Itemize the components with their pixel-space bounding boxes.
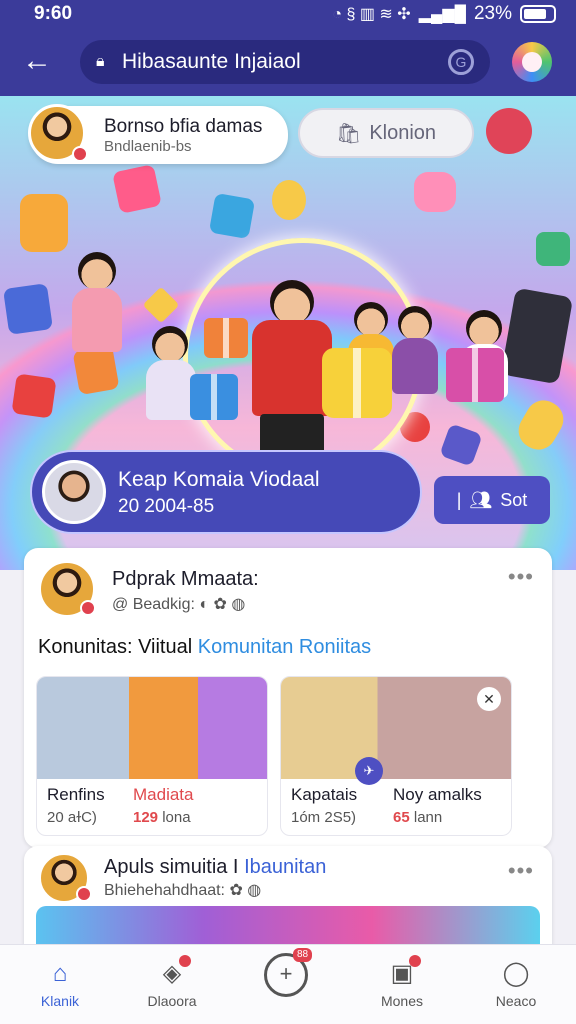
decor-ball-icon xyxy=(486,108,532,154)
bag-icon: 🛍︎ xyxy=(335,122,362,145)
media-value-secondary: 129 lona xyxy=(133,809,191,826)
gift-box xyxy=(446,348,504,402)
gift-box xyxy=(190,374,238,420)
badge-dot-icon xyxy=(76,886,92,902)
divider-icon: | xyxy=(456,489,462,510)
top-app-bar: 9:60 ◔ § ▥ ≋ ✣ ▂▄▆█ 23% ← 🔒︎ Hibasaunte … xyxy=(0,0,576,96)
tile-icon xyxy=(208,192,256,240)
action-button[interactable]: 🛍︎ Klonion xyxy=(298,108,474,158)
cube-icon xyxy=(536,232,570,266)
status-bar: 9:60 ◔ § ▥ ≋ ✣ ▂▄▆█ 23% xyxy=(0,0,576,30)
music-note-icon xyxy=(112,164,162,214)
search-text: Hibasaunte Injaiaol xyxy=(122,50,301,73)
nav-messages[interactable]: ▣ Mones xyxy=(352,955,452,1009)
thumbnail-image xyxy=(37,677,267,779)
media-value: 20 aɫC) xyxy=(47,809,97,826)
post-meta: @ Beadkig: ◐ ✿ ◍ xyxy=(112,596,246,613)
block-icon xyxy=(3,283,53,335)
close-icon[interactable]: ✕ xyxy=(477,687,501,711)
pig-icon xyxy=(414,172,456,212)
notification-icons: ◔ § ▥ ≋ ✣ xyxy=(332,6,411,23)
battery-percent: 23% xyxy=(473,3,512,24)
nav-home[interactable]: ⌂ Klanik xyxy=(10,959,110,1009)
group-icon: 👥︎ xyxy=(469,489,493,510)
post-text: Konunitas: Viitual Komunitan Roniitas xyxy=(38,636,372,658)
lock-icon: 🔒︎ xyxy=(96,53,105,70)
media-label-secondary: Madiata xyxy=(133,785,194,804)
signal-icon: ▂▄▆█ xyxy=(418,6,466,23)
profile-subtitle: Bndlaenib-bs xyxy=(104,138,192,155)
post-author-name: Apuls simuitia I Ibaunitan xyxy=(104,856,327,878)
profile-icon: ◯ xyxy=(502,960,530,987)
media-tile[interactable]: Renfins Madiata 20 aɫC) 129 lona xyxy=(36,676,268,836)
reload-icon[interactable]: G xyxy=(448,49,474,75)
post-card[interactable]: Pdprak Mmaata: @ Beadkig: ◐ ✿ ◍ ••• Konu… xyxy=(24,548,552,848)
shopping-bag xyxy=(322,348,392,418)
community-link[interactable]: Komunitan Roniitas xyxy=(198,636,371,658)
channel-card[interactable]: Keap Komaia Viodaal 20 2004-85 xyxy=(30,450,422,534)
media-tile[interactable]: ✈ ✕ Kapatais Noy amalks 1óm 2S5) 65 lann xyxy=(280,676,512,836)
status-time: 9:60 xyxy=(34,3,73,24)
bottom-navigation: ⌂ Klanik ◈ Dlaoora +88 ▣ Mones ◯ Neaco xyxy=(0,944,576,1024)
channel-avatar xyxy=(42,460,106,524)
profile-card[interactable]: Bornso bfia damas Bndlaenib-bs xyxy=(28,104,288,164)
back-arrow-icon[interactable]: ← xyxy=(22,42,62,82)
child-figure xyxy=(66,252,130,362)
nav-discover[interactable]: ◈ Dlaoora xyxy=(122,955,222,1009)
profile-name: Bornso bfia damas xyxy=(104,116,263,137)
thumbnail-image xyxy=(281,677,511,779)
gift-box xyxy=(204,318,248,358)
add-icon[interactable]: +88 xyxy=(264,948,313,997)
app-logo-icon[interactable] xyxy=(512,42,552,82)
post-meta: Bhiehehahdhaat: ✿ ◍ xyxy=(104,882,262,899)
media-label: Kapatais xyxy=(291,785,358,804)
media-label-secondary: Noy amalks xyxy=(393,785,482,804)
play-icon[interactable]: ✈ xyxy=(355,757,383,785)
chat-icon: ▣ xyxy=(387,955,421,989)
status-icons: ◔ § ▥ ≋ ✣ ▂▄▆█ 23% xyxy=(332,3,556,25)
action-button-label: Klonion xyxy=(369,121,437,144)
sort-button[interactable]: | 👥︎ Sot xyxy=(434,476,550,524)
more-options-icon[interactable]: ••• xyxy=(508,858,534,884)
sort-button-label: Sot xyxy=(500,489,528,510)
more-options-icon[interactable]: ••• xyxy=(508,564,534,590)
search-bar[interactable]: 🔒︎ Hibasaunte Injaiaol G xyxy=(80,40,490,84)
nav-profile[interactable]: ◯ Neaco xyxy=(466,959,566,1009)
channel-subtitle: 20 2004-85 xyxy=(118,496,215,517)
cup-icon xyxy=(20,194,68,252)
tile-icon xyxy=(11,373,57,419)
media-value-secondary: 65 lann xyxy=(393,809,443,826)
channel-title: Keap Komaia Viodaal xyxy=(118,468,320,491)
count-badge: 88 xyxy=(293,948,313,962)
hero-banner: Bornso bfia damas Bndlaenib-bs 🛍︎ Klonio… xyxy=(0,96,576,570)
media-label: Renfins xyxy=(47,785,105,804)
tag-icon: ◈ xyxy=(157,955,191,989)
battery-icon xyxy=(520,5,556,23)
home-icon: ⌂ xyxy=(52,960,68,987)
letter-y-icon xyxy=(272,180,306,220)
badge-dot-icon xyxy=(80,600,96,616)
post-author-name: Pdprak Mmaata: xyxy=(112,568,259,590)
media-value: 1óm 2S5) xyxy=(291,809,357,826)
badge-dot-icon xyxy=(72,146,88,162)
child-figure xyxy=(388,306,444,406)
